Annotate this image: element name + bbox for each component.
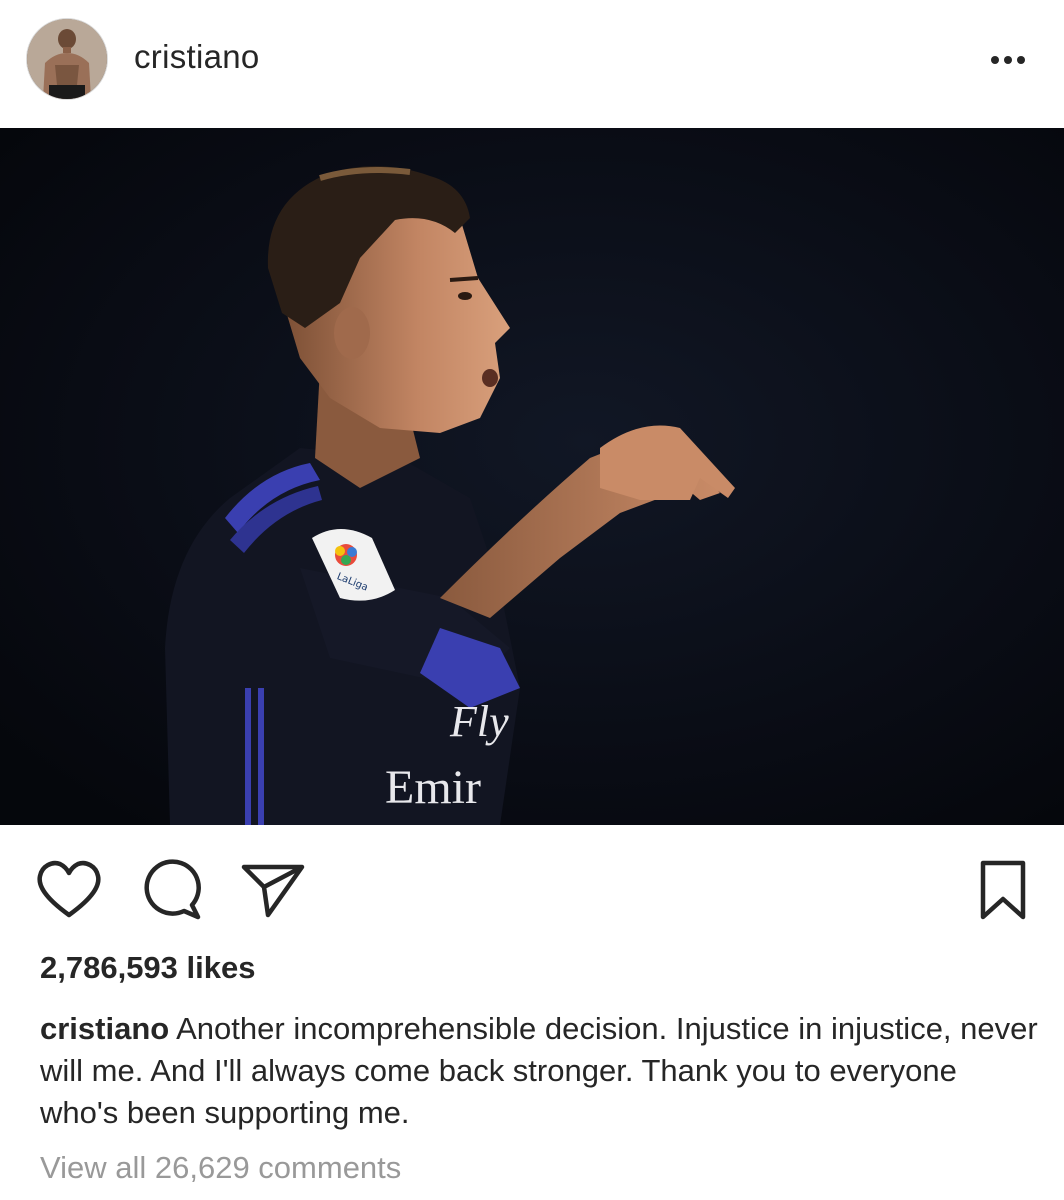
jersey-text-emir: Emir [385, 761, 481, 814]
share-icon[interactable] [238, 855, 308, 925]
comment-icon[interactable] [136, 855, 206, 925]
post-header: cristiano [0, 0, 1064, 128]
view-comments-link[interactable]: View all 26,629 comments [40, 1150, 401, 1186]
jersey-text-fly: Fly [449, 697, 509, 746]
more-options-icon[interactable] [982, 42, 1038, 78]
caption-username[interactable]: cristiano [40, 1011, 169, 1046]
heart-icon[interactable] [34, 855, 104, 925]
bookmark-icon[interactable] [968, 855, 1038, 925]
post-photo[interactable]: LaLiga Fly Emir [0, 128, 1064, 825]
profile-avatar[interactable] [26, 18, 108, 100]
post-caption: cristiano Another incomprehensible decis… [40, 1008, 1040, 1134]
post-actions [0, 825, 1064, 940]
post-username[interactable]: cristiano [134, 38, 260, 76]
caption-text: Another incomprehensible decision. Injus… [40, 1011, 1038, 1130]
likes-count[interactable]: 2,786,593 likes [40, 950, 255, 986]
